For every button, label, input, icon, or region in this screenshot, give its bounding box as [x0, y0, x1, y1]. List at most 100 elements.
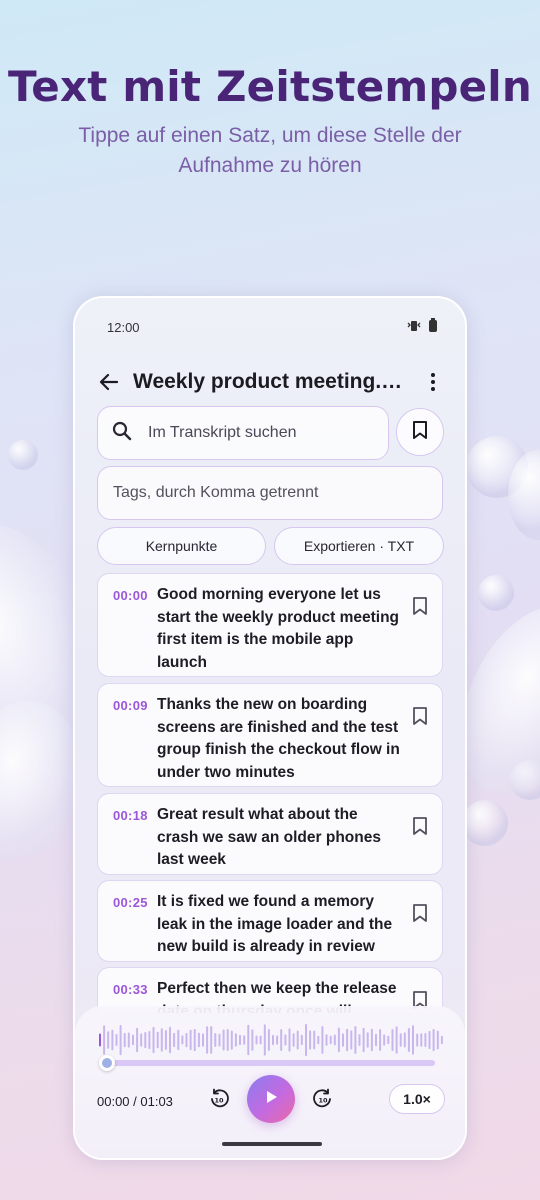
waveform-bar [251, 1029, 254, 1051]
waveform-bar [243, 1035, 246, 1045]
list-item[interactable]: 00:18 Great result what about the crash … [97, 793, 443, 875]
waveform-bar [132, 1034, 134, 1046]
waveform-bar [370, 1028, 373, 1052]
waveform-bar [436, 1030, 439, 1050]
rewind-10-icon[interactable]: 10 [208, 1088, 230, 1110]
waveform-bar [420, 1033, 423, 1047]
waveform-bar [292, 1033, 295, 1047]
waveform-bar [267, 1029, 270, 1051]
waveform-bar [432, 1028, 435, 1052]
search-icon [112, 421, 132, 446]
battery-icon [429, 318, 437, 332]
list-item[interactable]: 00:09 Thanks the new on boarding screens… [97, 683, 443, 787]
waveform-bar [189, 1029, 192, 1051]
hero-subtitle: Tippe auf einen Satz, um diese Stelle de… [0, 121, 540, 181]
seek-thumb[interactable] [99, 1055, 115, 1071]
waveform-bar [160, 1028, 163, 1052]
seek-bar[interactable] [103, 1060, 435, 1066]
waveform-bar [255, 1035, 258, 1045]
waveform-bar [214, 1033, 217, 1047]
transcript-list: 00:00 Good morning everyone let us start… [97, 573, 443, 1013]
waveform-bar [280, 1029, 283, 1051]
waveform-bar [333, 1034, 336, 1046]
play-icon [262, 1088, 280, 1111]
playback-speed-button[interactable]: 1.0× [389, 1084, 445, 1114]
more-options-icon[interactable] [423, 370, 443, 394]
waveform-bar [407, 1028, 410, 1052]
bookmark-icon[interactable] [412, 596, 428, 621]
hero-subtitle-line2: Aufnahme zu hören [178, 154, 362, 177]
segment-timestamp[interactable]: 00:09 [113, 698, 148, 713]
key-points-button[interactable]: Kernpunkte [97, 527, 266, 565]
waveform-bar [259, 1035, 262, 1045]
waveform-bar [206, 1026, 209, 1054]
bookmark-icon[interactable] [412, 903, 428, 928]
waveform-bar [185, 1032, 188, 1048]
segment-timestamp[interactable]: 00:18 [113, 808, 148, 823]
waveform-bar [313, 1030, 316, 1050]
segment-timestamp[interactable]: 00:25 [113, 895, 148, 910]
segment-timestamp[interactable]: 00:33 [113, 982, 148, 997]
list-item[interactable]: 00:25 It is fixed we found a memory leak… [97, 880, 443, 962]
segment-text[interactable]: It is fixed we found a memory leak in th… [157, 891, 403, 959]
page-title: Weekly product meeting.m... [133, 370, 413, 393]
waveform-bar [325, 1034, 328, 1046]
waveform-bar [181, 1035, 184, 1045]
waveform-bar [152, 1026, 155, 1054]
waveform-bar [329, 1035, 332, 1045]
waveform-bar [317, 1035, 320, 1045]
waveform-bar [107, 1031, 110, 1049]
forward-10-icon[interactable]: 10 [312, 1088, 334, 1110]
bookmark-icon[interactable] [412, 816, 428, 841]
app-bar: Weekly product meeting.m... [97, 366, 443, 398]
waveform-bar [173, 1032, 176, 1048]
segment-text[interactable]: Good morning everyone let us start the w… [157, 584, 403, 674]
tags-input[interactable]: Tags, durch Komma getrennt [97, 466, 443, 520]
waveform-bar [136, 1027, 139, 1053]
waveform-bar [416, 1033, 419, 1047]
back-arrow-icon[interactable] [97, 370, 121, 394]
search-input[interactable]: Im Transkript suchen [97, 406, 389, 460]
waveform-bar [226, 1029, 229, 1051]
waveform-bar [202, 1033, 204, 1047]
waveform-bar [193, 1028, 196, 1052]
waveform-bar [424, 1033, 427, 1047]
waveform-bar [300, 1034, 303, 1046]
segment-text[interactable]: Great result what about the crash we saw… [157, 804, 403, 872]
hero-title: Text mit Zeitstempeln [8, 62, 532, 111]
waveform-bar [148, 1031, 151, 1050]
waveform-bar [140, 1033, 143, 1047]
waveform[interactable] [99, 1022, 445, 1058]
waveform-bar [383, 1034, 386, 1046]
waveform-bar [358, 1034, 361, 1046]
waveform-bar [164, 1030, 167, 1050]
waveform-bar [288, 1028, 291, 1052]
phone-frame: 12:00 Weekly product meeting.m... Im Tra… [73, 296, 467, 1160]
waveform-bar [342, 1033, 344, 1047]
bookmark-icon [412, 420, 428, 445]
hero: Text mit Zeitstempeln Tippe auf einen Sa… [0, 62, 540, 181]
export-txt-button[interactable]: Exportieren · TXT [274, 527, 444, 565]
search-placeholder: Im Transkript suchen [148, 424, 297, 441]
waveform-bar [230, 1030, 233, 1050]
waveform-bar [247, 1024, 250, 1056]
waveform-bar [395, 1026, 398, 1054]
play-button[interactable] [247, 1075, 295, 1123]
bookmark-icon[interactable] [412, 706, 428, 731]
list-item[interactable]: 00:00 Good morning everyone let us start… [97, 573, 443, 677]
segment-timestamp[interactable]: 00:00 [113, 588, 148, 603]
bookmark-filter-button[interactable] [396, 408, 444, 456]
waveform-bar [197, 1032, 200, 1048]
waveform-bar [379, 1029, 382, 1051]
vibrate-icon [407, 320, 421, 332]
waveform-bar [144, 1032, 147, 1049]
waveform-bar [309, 1030, 312, 1050]
status-bar: 12:00 [107, 318, 437, 336]
waveform-bar [428, 1030, 431, 1050]
waveform-bar [119, 1025, 122, 1056]
hero-subtitle-line1: Tippe auf einen Satz, um diese Stelle de… [78, 124, 462, 147]
waveform-bar [177, 1029, 180, 1051]
waveform-bar [210, 1026, 213, 1054]
segment-text[interactable]: Thanks the new on boarding screens are f… [157, 694, 403, 784]
waveform-bar [115, 1034, 118, 1046]
